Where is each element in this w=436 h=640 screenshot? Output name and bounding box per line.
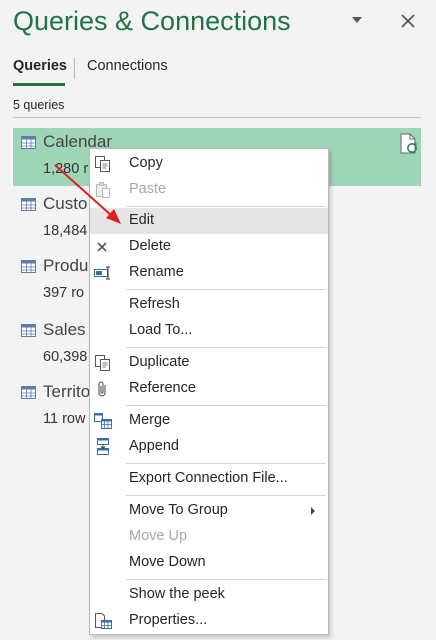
menu-separator [126, 579, 326, 580]
menu-item-append[interactable]: Append [90, 434, 328, 460]
table-icon [21, 198, 36, 211]
submenu-arrow-icon [311, 507, 315, 515]
menu-separator [126, 206, 326, 207]
menu-item-duplicate[interactable]: Duplicate [90, 350, 328, 376]
query-row-count: 397 ro [43, 285, 85, 301]
table-icon [21, 324, 36, 337]
menu-item-label: Load To... [129, 322, 193, 338]
menu-separator [126, 405, 326, 406]
menu-item-label: Copy [129, 155, 163, 171]
menu-item-move-to-group[interactable]: Move To Group [90, 498, 328, 524]
merge-icon [94, 413, 112, 429]
menu-separator [126, 463, 326, 464]
menu-item-refresh[interactable]: Refresh [90, 292, 328, 318]
menu-item-rename[interactable]: Rename [90, 260, 328, 286]
menu-item-label: Properties... [129, 612, 208, 628]
menu-item-label: Show the peek [129, 586, 225, 602]
query-row-count: 60,398 [43, 349, 88, 365]
tab-divider [74, 58, 75, 79]
menu-item-label: Rename [129, 264, 184, 280]
divider [13, 117, 421, 118]
duplicate-icon [95, 355, 110, 371]
menu-item-label: Delete [129, 238, 171, 254]
append-icon [97, 438, 109, 455]
menu-item-properties[interactable]: Properties... [90, 608, 328, 634]
table-icon [21, 386, 36, 399]
menu-item-label: Paste [129, 181, 167, 197]
menu-item-label: Reference [129, 380, 196, 396]
menu-item-label: Merge [129, 412, 171, 428]
menu-item-label: Edit [129, 212, 154, 228]
menu-item-reference[interactable]: Reference [90, 376, 328, 402]
query-name: Produ [43, 256, 89, 275]
menu-item-merge[interactable]: Merge [90, 408, 328, 434]
query-name: Custo [43, 194, 88, 213]
tab-queries[interactable]: Queries [13, 58, 67, 74]
table-icon [21, 136, 36, 149]
triangle-down-icon [352, 17, 362, 23]
query-row-count: 1,280 r [43, 161, 89, 177]
tab-connections[interactable]: Connections [87, 58, 168, 74]
menu-item-label: Move To Group [129, 502, 228, 518]
delete-x-icon [97, 242, 107, 252]
paste-icon [96, 182, 110, 198]
menu-item-export-connection-file[interactable]: Export Connection File... [90, 466, 328, 492]
close-button[interactable] [399, 12, 417, 30]
menu-item-label: Refresh [129, 296, 180, 312]
menu-item-label: Move Down [129, 554, 206, 570]
menu-item-paste[interactable]: Paste [90, 177, 328, 203]
query-row-count: 11 row [43, 411, 86, 427]
query-row-count: 18,484 [43, 223, 88, 239]
menu-item-edit[interactable]: Edit [90, 208, 328, 234]
menu-separator [126, 289, 326, 290]
copy-icon [95, 156, 110, 172]
query-count: 5 queries [13, 98, 65, 112]
close-icon [401, 14, 415, 28]
rename-icon [94, 266, 110, 280]
table-icon [21, 260, 36, 273]
menu-separator [126, 347, 326, 348]
pane-title: Queries & Connections [13, 6, 291, 36]
menu-item-load-to[interactable]: Load To... [90, 318, 328, 344]
menu-item-label: Move Up [129, 528, 188, 544]
menu-item-label: Duplicate [129, 354, 190, 370]
menu-item-show-peek[interactable]: Show the peek [90, 582, 328, 608]
menu-item-label: Export Connection File... [129, 470, 288, 486]
menu-item-delete[interactable]: Delete [90, 234, 328, 260]
menu-item-label: Append [129, 438, 179, 454]
context-menu: Copy Paste Edit Delete Rename Refresh Lo… [89, 148, 329, 635]
menu-item-move-down[interactable]: Move Down [90, 550, 328, 576]
query-name: Sales [43, 320, 86, 339]
menu-item-copy[interactable]: Copy [90, 151, 328, 177]
menu-separator [126, 495, 326, 496]
refresh-document-icon[interactable] [399, 133, 419, 155]
paperclip-icon [98, 381, 106, 397]
query-name: Territo [43, 382, 91, 401]
active-tab-indicator [13, 83, 65, 86]
properties-icon [95, 613, 112, 629]
menu-item-move-up[interactable]: Move Up [90, 524, 328, 550]
pane-options-button[interactable] [349, 13, 365, 27]
